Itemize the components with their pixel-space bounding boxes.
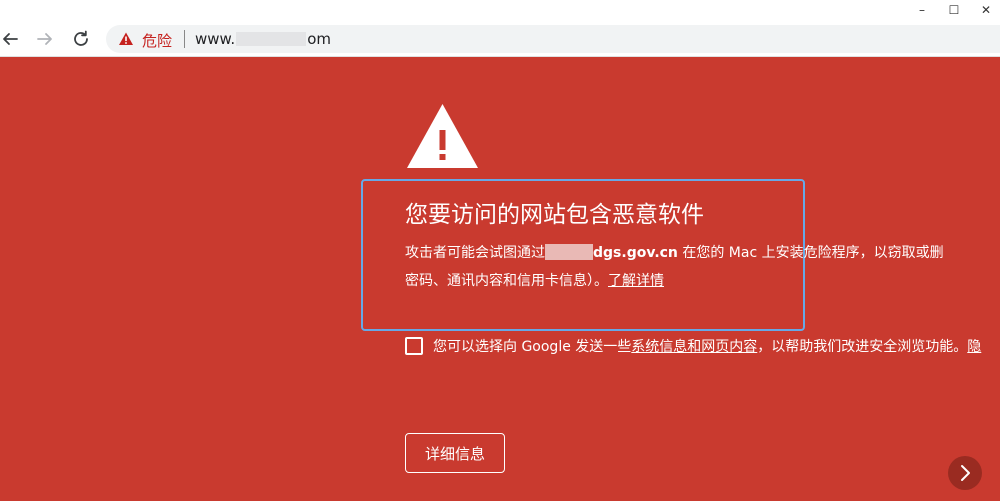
browser-toolbar: 危险 www. om bbox=[0, 22, 1000, 57]
system-info-link[interactable]: 系统信息和网页内容 bbox=[631, 339, 757, 355]
desc-text-start: 攻击者可能会试图通过 bbox=[405, 245, 545, 261]
details-button[interactable]: 详细信息 bbox=[405, 433, 505, 473]
reload-button[interactable] bbox=[68, 26, 94, 52]
malware-interstitial: 您要访问的网站包含恶意软件 攻击者可能会试图通过 dgs.gov.cn 在您的 M… bbox=[0, 57, 1000, 501]
title-bar: – ☐ ✕ bbox=[0, 0, 1000, 22]
close-window-button[interactable]: ✕ bbox=[976, 2, 996, 18]
danger-warning-icon[interactable] bbox=[118, 31, 134, 47]
safe-browsing-optin: 您可以选择向 Google 发送一些系统信息和网页内容，以帮助我们改进安全浏览功… bbox=[405, 337, 981, 356]
browser-window: – ☐ ✕ 危险 www. om 您要访问的网站包含恶意软件 攻击者可能会试图通… bbox=[0, 0, 1000, 501]
desc-line2-text: 密码、通讯内容和信用卡信息）。 bbox=[405, 273, 608, 289]
desc-line-1: 攻击者可能会试图通过 dgs.gov.cn 在您的 Mac 上安装危险程序，以窃取… bbox=[405, 239, 1000, 267]
reload-icon bbox=[74, 30, 88, 46]
domain-redacted bbox=[545, 244, 593, 260]
learn-more-link[interactable]: 了解详情 bbox=[608, 273, 664, 289]
address-bar[interactable]: 危险 www. om bbox=[106, 25, 1000, 53]
optin-text-start: 您可以选择向 Google 发送一些 bbox=[433, 339, 632, 355]
warning-triangle-icon bbox=[407, 104, 478, 168]
desc-line-2: 密码、通讯内容和信用卡信息）。了解详情 bbox=[405, 267, 1000, 295]
back-arrow-icon bbox=[3, 33, 18, 45]
maximize-button[interactable]: ☐ bbox=[944, 2, 964, 18]
privacy-link[interactable]: 隐 bbox=[967, 339, 981, 355]
forward-arrow-icon bbox=[37, 33, 52, 45]
warning-description: 攻击者可能会试图通过 dgs.gov.cn 在您的 Mac 上安装危险程序，以窃取… bbox=[405, 239, 1000, 295]
page-title: 您要访问的网站包含恶意软件 bbox=[405, 202, 704, 228]
next-button[interactable] bbox=[948, 456, 982, 490]
forward-button[interactable] bbox=[32, 26, 58, 52]
chevron-right-icon bbox=[961, 465, 970, 481]
desc-domain: dgs.gov.cn bbox=[593, 245, 678, 261]
desc-text-end: 在您的 Mac 上安装危险程序，以窃取或删 bbox=[677, 245, 944, 261]
url-prefix: www. bbox=[195, 30, 236, 48]
url-redacted bbox=[236, 32, 307, 46]
url-suffix: om bbox=[307, 30, 331, 48]
back-button[interactable] bbox=[0, 26, 26, 52]
optin-text-end: ，以帮助我们改进安全浏览功能。 bbox=[757, 339, 968, 355]
minimize-button[interactable]: – bbox=[912, 2, 932, 18]
security-status-label[interactable]: 危险 bbox=[142, 30, 172, 51]
address-separator bbox=[184, 30, 185, 48]
optin-checkbox[interactable] bbox=[405, 337, 423, 355]
url-text[interactable]: www. om bbox=[195, 30, 331, 48]
